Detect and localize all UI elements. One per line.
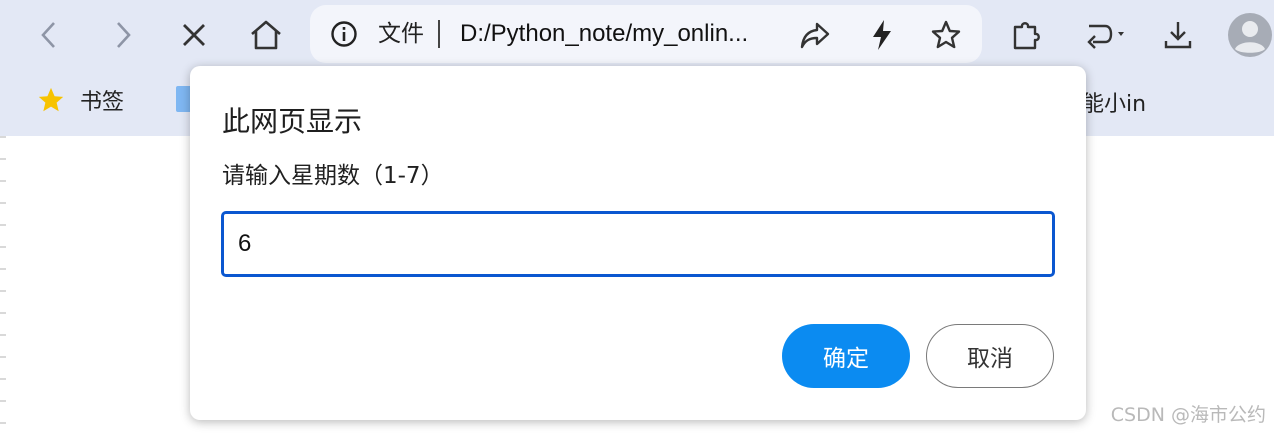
puzzle-icon bbox=[1013, 22, 1040, 50]
dialog-message: 请输入星期数（1-7） bbox=[222, 163, 444, 189]
browser-toolbar: 文件 D:/Python_note/my_onlin... bbox=[0, 0, 1274, 70]
watermark: CSDN @海市公约 bbox=[1110, 404, 1266, 426]
history-button[interactable] bbox=[1080, 13, 1132, 57]
prompt-input[interactable] bbox=[221, 211, 1055, 277]
scheme-label: 文件 bbox=[378, 21, 424, 47]
page-edge bbox=[0, 136, 6, 435]
chevron-right-icon bbox=[117, 22, 131, 48]
share-button[interactable] bbox=[798, 18, 832, 52]
home-icon bbox=[251, 20, 281, 50]
share-icon bbox=[800, 22, 830, 49]
prompt-dialog: 此网页显示 请输入星期数（1-7） 确定 取消 bbox=[190, 66, 1086, 420]
bookmark-item-partial[interactable]: 能小in bbox=[1082, 86, 1146, 118]
ok-button[interactable]: 确定 bbox=[782, 324, 910, 388]
close-icon bbox=[183, 24, 205, 46]
lightning-button[interactable] bbox=[865, 18, 899, 52]
download-button[interactable] bbox=[1156, 13, 1200, 57]
avatar-icon bbox=[1228, 13, 1272, 57]
bookmark-folder[interactable]: 书签 bbox=[36, 84, 124, 116]
star-outline-icon bbox=[931, 20, 961, 49]
profile-button[interactable] bbox=[1226, 11, 1274, 59]
dialog-title: 此网页显示 bbox=[222, 105, 363, 138]
cancel-button[interactable]: 取消 bbox=[926, 324, 1054, 388]
bookmark-folder-label: 书签 bbox=[80, 90, 125, 115]
favorite-button[interactable] bbox=[929, 18, 963, 52]
stop-button[interactable] bbox=[172, 13, 216, 57]
lightning-icon bbox=[873, 20, 891, 50]
divider bbox=[438, 20, 440, 48]
back-button[interactable] bbox=[27, 13, 71, 57]
forward-button[interactable] bbox=[101, 13, 145, 57]
address-bar[interactable]: 文件 D:/Python_note/my_onlin... bbox=[310, 5, 982, 63]
download-icon bbox=[1164, 22, 1192, 49]
url-text[interactable]: D:/Python_note/my_onlin... bbox=[460, 19, 748, 49]
home-button[interactable] bbox=[244, 13, 288, 57]
undo-dropdown-icon bbox=[1087, 24, 1124, 49]
chevron-left-icon bbox=[41, 22, 55, 48]
info-icon[interactable] bbox=[330, 20, 358, 48]
star-filled-icon bbox=[38, 87, 64, 112]
extensions-button[interactable] bbox=[1004, 13, 1048, 57]
